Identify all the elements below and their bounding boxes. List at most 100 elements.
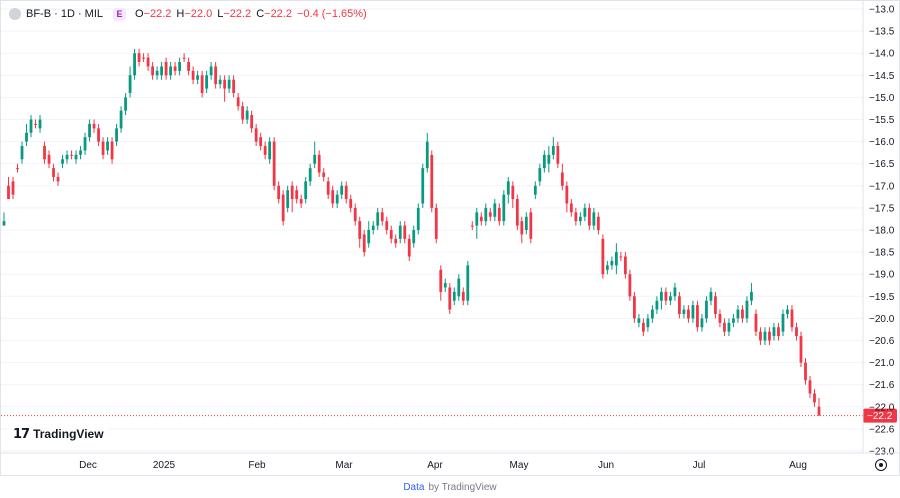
candle	[759, 327, 762, 345]
candles	[2, 48, 821, 416]
candle-body	[664, 291, 668, 301]
candle-body	[245, 110, 249, 120]
symbol-title[interactable]: BF-B · 1D · MIL	[26, 8, 103, 20]
candle-body	[547, 154, 551, 164]
candle	[83, 132, 87, 155]
candle	[106, 137, 109, 155]
candle-body	[380, 212, 384, 222]
candle-body	[407, 238, 411, 257]
candle-body	[583, 207, 587, 217]
candle-body	[119, 110, 123, 129]
candle	[596, 212, 600, 235]
candle-body	[47, 154, 51, 164]
candle-body	[718, 313, 722, 323]
candle-body	[200, 75, 204, 93]
candle-body	[678, 296, 681, 314]
candle-body	[97, 128, 100, 142]
candle	[425, 132, 429, 173]
candle-body	[164, 62, 168, 76]
candle	[786, 305, 789, 319]
candle	[232, 75, 236, 98]
candle-body	[736, 309, 740, 319]
tradingview-logo[interactable]: 17 TradingView	[9, 423, 108, 445]
candle-body	[443, 283, 447, 288]
candle	[133, 48, 136, 80]
candle-body	[155, 70, 159, 76]
candle-body	[470, 225, 474, 227]
candle	[799, 331, 803, 368]
candle-body	[358, 221, 362, 239]
candle	[385, 216, 389, 235]
candle	[750, 283, 753, 306]
candle	[326, 176, 330, 200]
candle-body	[124, 97, 127, 111]
y-tick-label: −16.0	[869, 137, 895, 148]
candle-body	[403, 225, 407, 239]
candle-body	[533, 185, 537, 195]
candle	[632, 291, 636, 323]
candle-body	[389, 230, 393, 239]
candle-body	[569, 203, 573, 213]
candle	[669, 291, 672, 306]
candle-body	[182, 57, 186, 59]
candle	[795, 322, 798, 341]
candle	[439, 265, 443, 301]
candle-body	[209, 66, 213, 76]
candle-body	[493, 203, 497, 217]
candle-body	[592, 212, 596, 226]
candle-body	[502, 194, 506, 222]
candle	[124, 92, 127, 116]
candle	[533, 181, 537, 200]
candle	[430, 150, 434, 213]
candle-body	[754, 313, 758, 332]
symbol-logo-icon	[9, 8, 21, 20]
data-link[interactable]: Data	[403, 482, 424, 493]
candle-body	[7, 185, 10, 200]
candle-body	[308, 168, 312, 182]
candle	[119, 106, 123, 133]
candle-body	[479, 216, 483, 222]
earnings-badge[interactable]: E	[113, 7, 127, 21]
candle-body	[660, 291, 663, 301]
y-tick-label: −20.0	[869, 314, 895, 325]
candle	[502, 190, 506, 226]
candle-body	[723, 322, 726, 332]
y-tick-label: −21.6	[869, 380, 895, 391]
settings-gear-icon[interactable]	[875, 459, 887, 471]
candle-body	[286, 190, 290, 208]
candle	[732, 313, 735, 328]
candle	[65, 150, 69, 164]
candle-body	[331, 190, 335, 204]
candle-body	[25, 132, 28, 142]
tradingview-mark-icon: 17	[13, 426, 30, 442]
candle	[808, 375, 812, 398]
candle-body	[430, 154, 434, 208]
candle-body	[205, 75, 209, 89]
candle-body	[92, 123, 96, 129]
candle	[52, 163, 55, 182]
candle-body	[605, 265, 609, 270]
candle	[673, 283, 677, 301]
candle-body	[452, 291, 456, 301]
candle	[340, 181, 344, 200]
candle-body	[232, 79, 236, 93]
candle-body	[268, 141, 272, 160]
candle	[97, 123, 100, 147]
candle-body	[227, 79, 231, 89]
candle-body	[385, 221, 389, 230]
candle-body	[29, 119, 33, 133]
candle-body	[367, 230, 371, 244]
candle-body	[556, 146, 560, 164]
candle	[218, 75, 222, 89]
price-chart[interactable]: −22.2 −13.0 −13.5 −14.0 −14.5 −15.0 −15.5 −16.…	[1, 1, 900, 477]
y-tick-label: −14.0	[869, 49, 895, 60]
time-axis[interactable]: Dec 2025 Feb Mar Apr May Jun Jul Aug	[1, 452, 900, 471]
candle-body	[290, 185, 294, 200]
candle	[187, 57, 191, 76]
y-tick-label: −20.6	[869, 336, 895, 347]
price-axis[interactable]: −13.0 −13.5 −14.0 −14.5 −15.0 −15.5 −16.0 −16.5…	[862, 1, 895, 458]
candle	[277, 181, 281, 204]
candle	[754, 309, 758, 337]
tradingview-wordmark: TradingView	[33, 427, 104, 441]
candle	[101, 137, 105, 160]
